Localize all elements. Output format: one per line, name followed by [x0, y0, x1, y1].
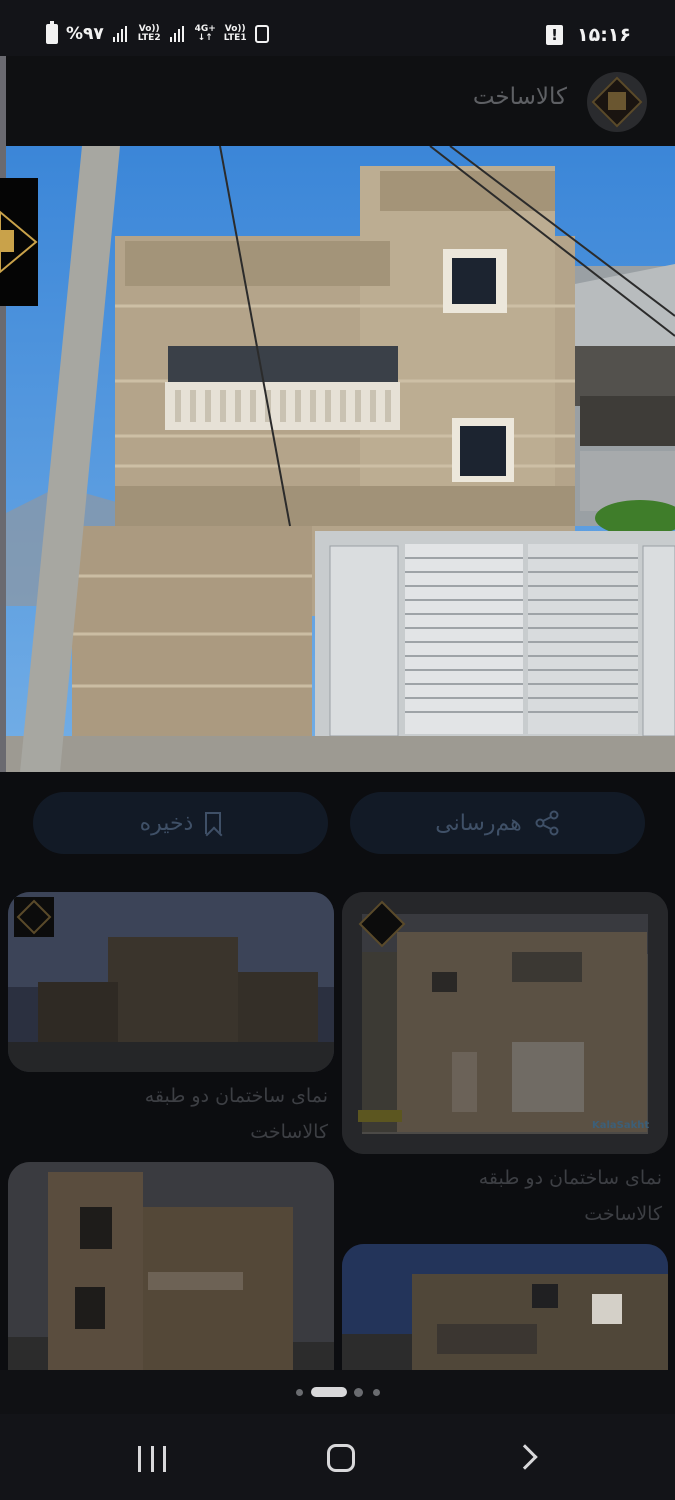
- action-bar: ذخیره هم‌رسانی: [0, 772, 675, 872]
- system-nav-bar: [0, 1414, 675, 1500]
- signal-bars-icon: [112, 26, 130, 42]
- app-title: کالاساخت: [472, 84, 567, 110]
- pin-caption-1[interactable]: نمای ساختمان دو طبقه کالاساخت: [8, 1078, 328, 1150]
- page-indicator: [0, 1370, 675, 1414]
- pin-card-3[interactable]: [8, 1162, 334, 1370]
- pin-image: KalaSakht: [342, 892, 668, 1154]
- status-bar: %۹۷ Vo)) LTE2 4G+ ↓↑ Vo)) LTE1 ! ۱۵:۱۶: [0, 0, 675, 56]
- brand-logo[interactable]: [587, 72, 647, 132]
- page-dot[interactable]: [373, 1389, 380, 1396]
- page-dot[interactable]: [296, 1389, 303, 1396]
- caption-title: نمای ساختمان دو طبقه: [478, 1167, 662, 1189]
- recycle-icon: [254, 25, 269, 43]
- caption-title: نمای ساختمان دو طبقه: [144, 1085, 328, 1107]
- caption-source: کالاساخت: [250, 1121, 328, 1143]
- warning-icon: !: [546, 25, 563, 45]
- edge-strip: [0, 56, 6, 772]
- network-indicator: 4G+ ↓↑: [194, 24, 216, 43]
- recent-apps-icon: [138, 1446, 141, 1472]
- battery-icon: [46, 21, 58, 44]
- pin-image: [342, 1244, 668, 1370]
- save-label: ذخیره: [139, 810, 194, 836]
- page-dot[interactable]: [354, 1388, 363, 1397]
- logo-diamond-icon: [0, 210, 38, 274]
- back-button[interactable]: [512, 1444, 538, 1470]
- lte1-indicator: Vo)) LTE1: [223, 24, 247, 43]
- recent-apps-button[interactable]: [138, 1446, 166, 1472]
- share-label: هم‌رسانی: [435, 810, 522, 836]
- pin-card-2[interactable]: KalaSakht: [342, 892, 668, 1154]
- clock: ۱۵:۱۶: [577, 24, 631, 46]
- share-icon: [535, 810, 559, 836]
- logo-house-icon: [608, 92, 626, 110]
- app-bar: کالاساخت: [0, 56, 675, 146]
- hero-image[interactable]: [0, 146, 675, 772]
- side-logo-badge: [0, 178, 38, 306]
- building-photo: [0, 146, 675, 772]
- pin-card-1[interactable]: [8, 892, 334, 1072]
- battery-level: %۹۷: [66, 24, 104, 44]
- signal-bars-icon: [169, 26, 187, 42]
- home-button[interactable]: [327, 1444, 355, 1472]
- pin-card-4[interactable]: [342, 1244, 668, 1370]
- caption-source: کالاساخت: [584, 1203, 662, 1225]
- watermark-text: KalaSakht: [592, 1120, 649, 1131]
- share-button[interactable]: هم‌رسانی: [350, 792, 645, 854]
- pin-caption-2[interactable]: نمای ساختمان دو طبقه کالاساخت: [342, 1160, 662, 1232]
- bookmark-icon: [205, 812, 222, 834]
- lte2-indicator: Vo)) LTE2: [137, 24, 161, 43]
- save-button[interactable]: ذخیره: [33, 792, 328, 854]
- page-dot-active[interactable]: [311, 1387, 347, 1397]
- pin-image: [8, 892, 334, 1072]
- pin-image: [8, 1162, 334, 1370]
